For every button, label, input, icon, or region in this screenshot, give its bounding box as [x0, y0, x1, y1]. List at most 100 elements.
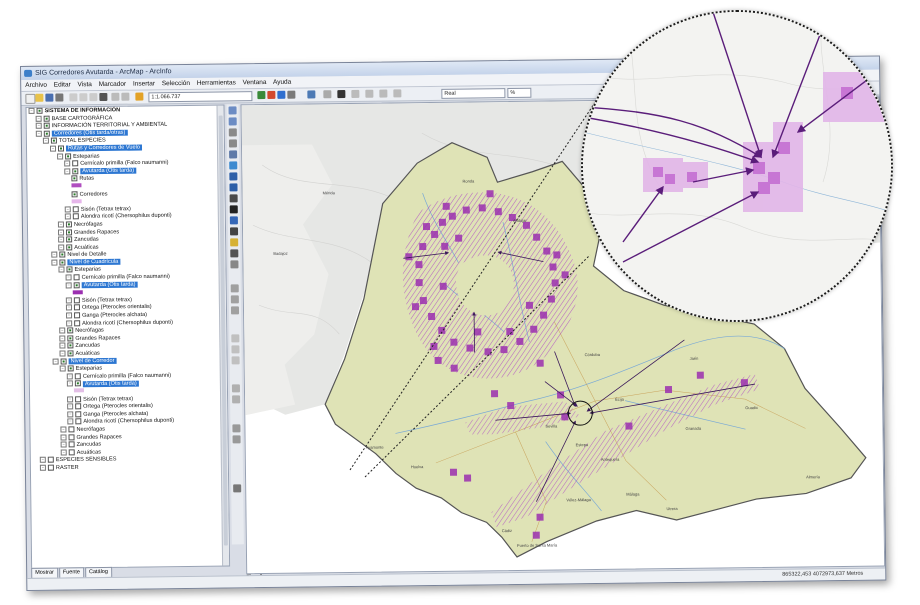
rotate-icon[interactable]	[351, 89, 360, 98]
layer-visibility-checkbox[interactable]	[73, 281, 80, 289]
delete-icon[interactable]	[99, 92, 108, 102]
layer-visibility-checkbox[interactable]	[75, 395, 82, 402]
layer-visibility-checkbox[interactable]	[43, 115, 50, 122]
zoom-out-icon[interactable]	[228, 117, 237, 126]
expand-toggle-icon[interactable]: −	[58, 266, 65, 274]
network-icon[interactable]	[232, 424, 241, 433]
expand-toggle-icon[interactable]: −	[39, 457, 46, 464]
expand-toggle-icon[interactable]: −	[67, 403, 74, 410]
expand-toggle-icon[interactable]: −	[60, 441, 67, 448]
menu-ventana[interactable]: Ventana	[243, 79, 267, 86]
zoom-in-icon[interactable]	[228, 106, 237, 115]
expand-toggle-icon[interactable]: −	[57, 228, 65, 236]
print-preview-icon[interactable]	[233, 484, 242, 493]
expand-toggle-icon[interactable]: −	[64, 206, 71, 213]
hyperlink-icon[interactable]	[230, 249, 239, 258]
editor-icon[interactable]	[257, 91, 266, 100]
expand-toggle-icon[interactable]: −	[58, 244, 65, 251]
menu-marcador[interactable]: Marcador	[99, 81, 127, 88]
layer-visibility-checkbox[interactable]	[67, 327, 74, 334]
layer-visibility-checkbox[interactable]	[72, 160, 79, 167]
layer-visibility-checkbox[interactable]	[72, 213, 79, 220]
trace-icon[interactable]	[231, 356, 240, 365]
identify-icon[interactable]	[287, 90, 296, 99]
layer-visibility-checkbox[interactable]	[68, 426, 75, 433]
paste-icon[interactable]	[89, 93, 98, 102]
new-document-icon[interactable]	[25, 93, 36, 104]
expand-toggle-icon[interactable]: −	[60, 449, 67, 456]
map-scale-combo[interactable]: 1:1.066.737	[148, 91, 253, 103]
pan-icon[interactable]	[229, 150, 238, 159]
rectangle-icon[interactable]	[365, 89, 374, 98]
layer-visibility-checkbox[interactable]	[67, 335, 74, 342]
expand-toggle-icon[interactable]: −	[59, 335, 66, 342]
expand-toggle-icon[interactable]: −	[57, 221, 64, 228]
layer-visibility-checkbox[interactable]	[43, 122, 50, 129]
menu-ayuda[interactable]: Ayuda	[273, 79, 291, 86]
expand-toggle-icon[interactable]: −	[49, 145, 57, 152]
layer-visibility-checkbox[interactable]	[57, 145, 65, 152]
expand-toggle-icon[interactable]: −	[66, 373, 73, 380]
copy-icon[interactable]	[79, 93, 88, 102]
layer-visibility-checkbox[interactable]	[75, 418, 82, 425]
fixed-zoom-in-icon[interactable]	[228, 128, 237, 137]
menu-archivo[interactable]: Archivo	[25, 82, 47, 89]
grid-tool-icon[interactable]	[230, 306, 240, 315]
full-extent-icon[interactable]	[229, 161, 238, 170]
layer-visibility-checkbox[interactable]	[67, 342, 74, 349]
layer-visibility-checkbox[interactable]	[47, 456, 54, 464]
expand-toggle-icon[interactable]: −	[35, 122, 42, 129]
command-line-icon[interactable]	[277, 90, 286, 99]
expand-toggle-icon[interactable]: −	[28, 107, 35, 114]
expand-toggle-icon[interactable]: −	[66, 320, 73, 327]
layer-visibility-checkbox[interactable]	[74, 380, 81, 387]
print-icon[interactable]	[55, 93, 64, 102]
layer-visibility-checkbox[interactable]	[74, 312, 81, 319]
html-popup-icon[interactable]	[230, 260, 239, 269]
expand-toggle-icon[interactable]: −	[67, 418, 74, 425]
layer-visibility-checkbox[interactable]	[68, 441, 75, 448]
select-features-icon[interactable]	[229, 194, 238, 203]
menu-vista[interactable]: Vista	[77, 81, 91, 88]
save-icon[interactable]	[45, 93, 54, 102]
expand-toggle-icon[interactable]: −	[57, 153, 64, 160]
layer-visibility-checkbox[interactable]	[73, 297, 80, 304]
expand-toggle-icon[interactable]: −	[58, 236, 65, 243]
expand-toggle-icon[interactable]: −	[35, 130, 42, 137]
layer-visibility-checkbox[interactable]	[68, 433, 75, 440]
zoom-page-icon[interactable]	[230, 295, 239, 304]
forward-extent-icon[interactable]	[229, 183, 238, 192]
expand-toggle-icon[interactable]: −	[35, 115, 42, 122]
layer-visibility-checkbox[interactable]	[75, 403, 82, 410]
select-elements-icon[interactable]	[337, 90, 346, 99]
expand-toggle-icon[interactable]: −	[59, 342, 66, 349]
layer-visibility-checkbox[interactable]	[65, 228, 73, 235]
expand-toggle-icon[interactable]: −	[65, 297, 72, 304]
layer-visibility-checkbox[interactable]	[65, 152, 72, 160]
menu-insertar[interactable]: Insertar	[133, 80, 155, 87]
layer-visibility-checkbox[interactable]	[75, 411, 82, 418]
info-icon[interactable]	[229, 216, 238, 225]
layer-visibility-checkbox[interactable]	[36, 107, 43, 114]
attribute-icon[interactable]	[232, 435, 241, 444]
expand-toggle-icon[interactable]: −	[65, 282, 72, 289]
layer-visibility-checkbox[interactable]	[73, 274, 80, 281]
back-extent-icon[interactable]	[229, 172, 238, 181]
arctoolbox-icon[interactable]	[267, 90, 276, 99]
expand-toggle-icon[interactable]: −	[59, 365, 66, 372]
expand-toggle-icon[interactable]: −	[39, 464, 46, 471]
expand-toggle-icon[interactable]: −	[51, 251, 58, 258]
cut-icon[interactable]	[69, 93, 78, 102]
font-combo[interactable]: Real	[441, 88, 506, 99]
model-builder-icon[interactable]	[307, 90, 316, 99]
expand-toggle-icon[interactable]: −	[60, 433, 67, 441]
menu-seleccion[interactable]: Selección	[162, 80, 190, 87]
open-folder-icon[interactable]	[35, 93, 44, 102]
expand-toggle-icon[interactable]: −	[67, 411, 74, 418]
menu-editar[interactable]: Editar	[54, 81, 71, 88]
layer-visibility-checkbox[interactable]	[59, 259, 66, 266]
layer-visibility-checkbox[interactable]	[72, 206, 79, 213]
layer-visibility-checkbox[interactable]	[66, 244, 73, 251]
line-icon[interactable]	[393, 89, 402, 98]
expand-toggle-icon[interactable]: −	[59, 327, 66, 334]
